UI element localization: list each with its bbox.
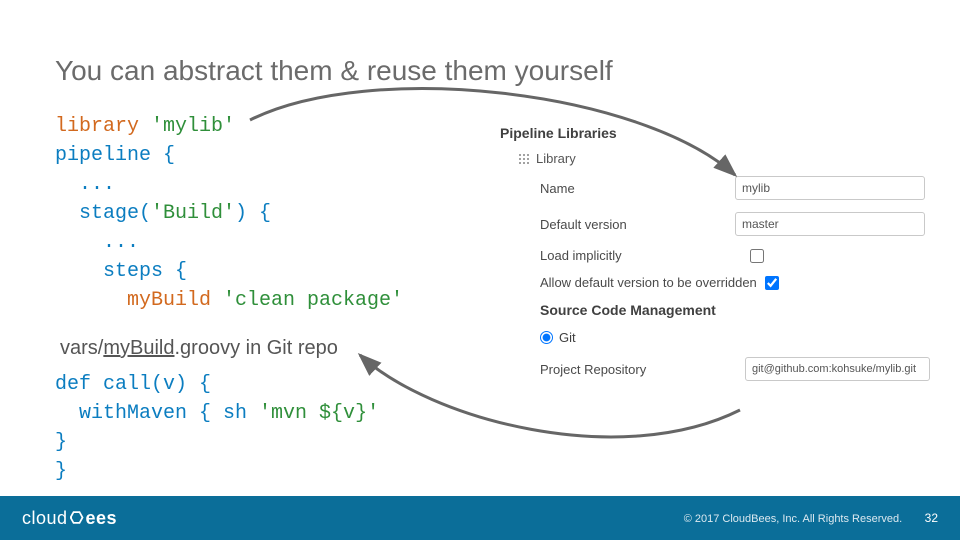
code-token: steps { [55, 260, 187, 283]
project-repository-label: Project Repository [540, 362, 710, 377]
cloudbees-logo: cloud ees [22, 508, 117, 529]
bee-icon [70, 511, 84, 525]
drag-handle-icon [518, 153, 530, 165]
code-token: call(v) { [91, 373, 211, 396]
slide-title: You can abstract them & reuse them yours… [55, 55, 613, 87]
scm-git-label: Git [559, 330, 576, 345]
code-token: } [55, 460, 67, 483]
caption-post: .groovy in Git repo [174, 337, 337, 359]
logo-text-1: cloud [22, 508, 68, 528]
code-token: } [55, 431, 67, 454]
default-version-label: Default version [540, 217, 735, 232]
section-scm: Source Code Management [540, 302, 930, 318]
row-allow-override: Allow default version to be overridden [540, 275, 930, 290]
row-load-implicitly: Load implicitly [540, 248, 930, 263]
slide: You can abstract them & reuse them yours… [0, 0, 960, 540]
logo-text-2: ees [86, 508, 118, 528]
code-token: ) { [235, 202, 271, 225]
page-number: 32 [925, 511, 938, 525]
code-token: 'Build' [151, 202, 235, 225]
project-repository-input[interactable] [745, 357, 930, 381]
code-token: 'clean package' [223, 289, 403, 312]
load-implicitly-label: Load implicitly [540, 248, 750, 263]
code-token: pipeline { [55, 144, 175, 167]
row-project-repository: Project Repository [540, 357, 930, 381]
code-block-groovy: def call(v) { withMaven { sh 'mvn ${v}' … [55, 370, 379, 486]
row-scm-git: Git [540, 330, 930, 345]
code-token: 'mvn ${v}' [259, 402, 379, 425]
footer: cloud ees © 2017 CloudBees, Inc. All Righ… [0, 496, 960, 540]
code-token: library [55, 115, 139, 138]
library-label: Library [536, 151, 576, 166]
allow-override-label: Allow default version to be overridden [540, 275, 765, 290]
caption-mid: myBuild [103, 337, 174, 359]
section-pipeline-libraries: Pipeline Libraries [500, 125, 930, 141]
library-header: Library [518, 151, 930, 166]
code-token: ... [55, 173, 115, 196]
scm-git-radio[interactable] [540, 331, 553, 344]
code-token: 'mylib' [139, 115, 235, 138]
name-label: Name [540, 181, 735, 196]
code-token: def [55, 373, 91, 396]
code-token: myBuild [55, 289, 223, 312]
row-default-version: Default version [540, 212, 930, 236]
code-token: ... [55, 231, 139, 254]
default-version-input[interactable] [735, 212, 925, 236]
footer-right: © 2017 CloudBees, Inc. All Rights Reserv… [684, 509, 938, 527]
name-input[interactable] [735, 176, 925, 200]
load-implicitly-checkbox[interactable] [750, 249, 764, 263]
row-name: Name [540, 176, 930, 200]
caption-pre: vars/ [60, 337, 103, 359]
copyright: © 2017 CloudBees, Inc. All Rights Reserv… [684, 513, 902, 525]
groovy-caption: vars/myBuild.groovy in Git repo [60, 337, 338, 360]
code-token: withMaven { sh [55, 402, 259, 425]
code-block-pipeline: library 'mylib' pipeline { ... stage('Bu… [55, 112, 403, 315]
code-token: stage( [55, 202, 151, 225]
config-form: Pipeline Libraries Library Name Default … [500, 125, 930, 393]
allow-override-checkbox[interactable] [765, 276, 779, 290]
